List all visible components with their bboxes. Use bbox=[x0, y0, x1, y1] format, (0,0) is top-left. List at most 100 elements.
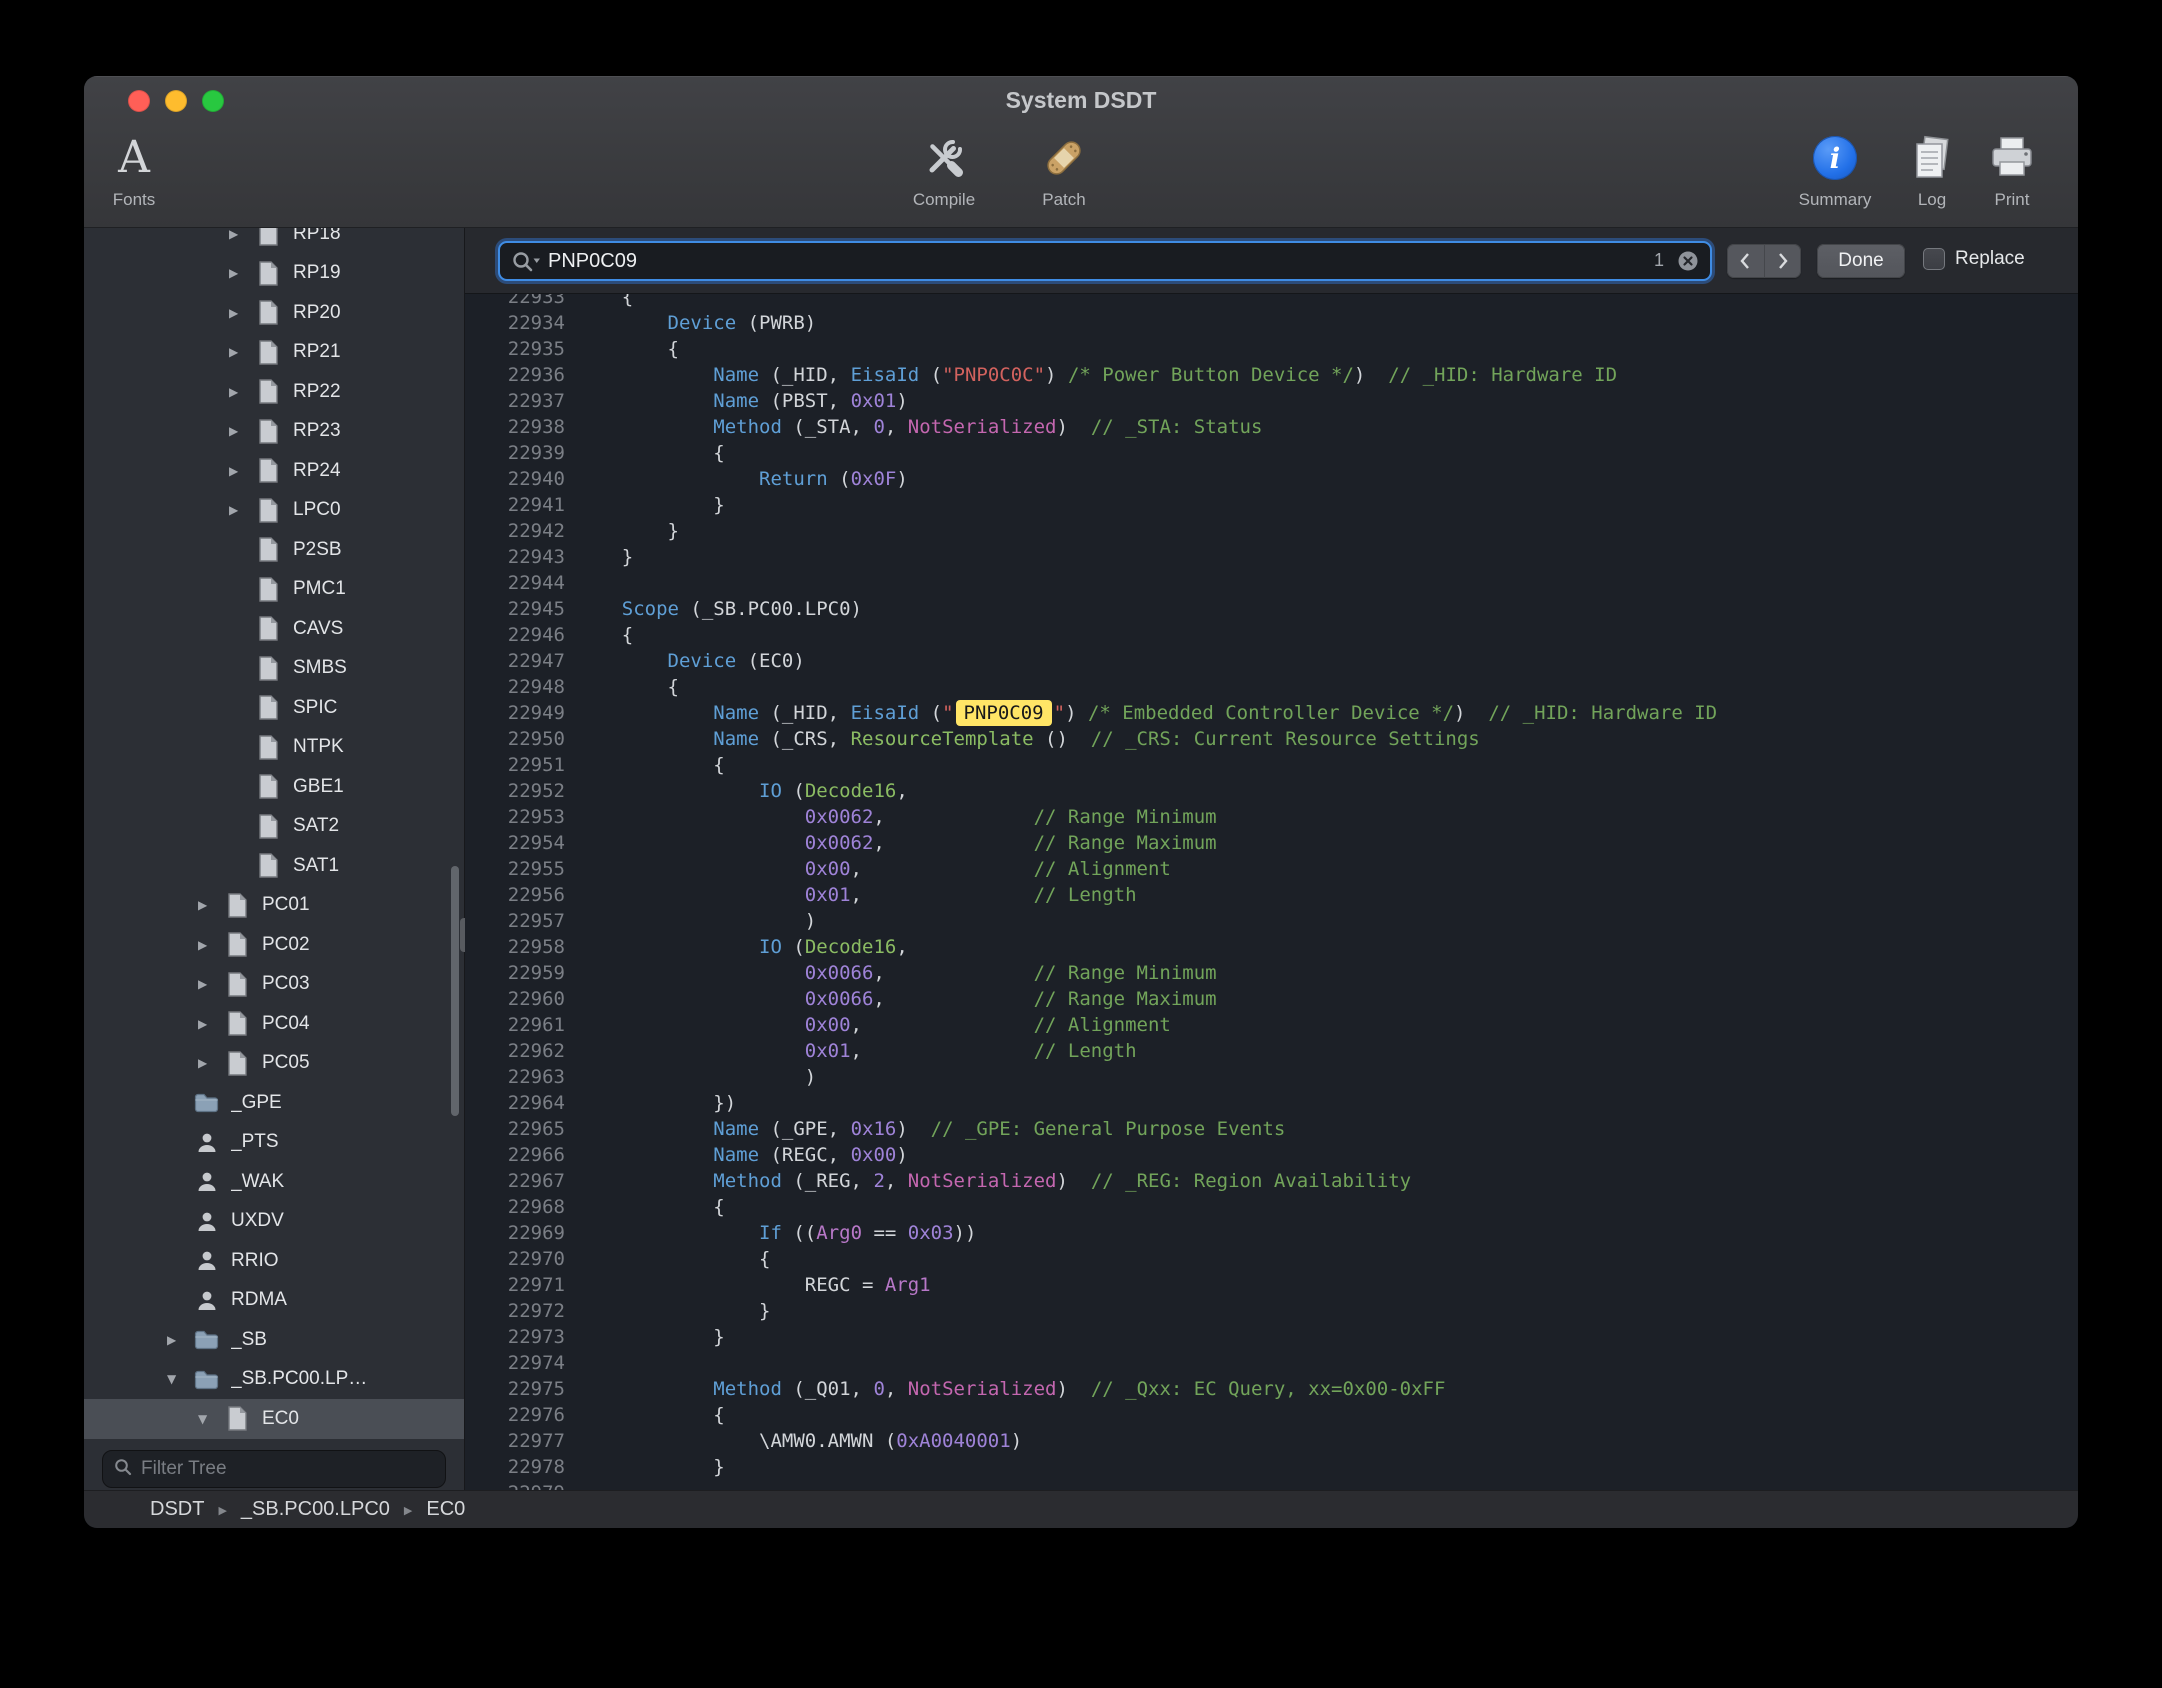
sidebar-item-sb[interactable]: ▶_SB bbox=[84, 1320, 464, 1360]
device-icon bbox=[256, 853, 281, 878]
device-icon bbox=[225, 972, 250, 997]
code-line: 22951 { bbox=[465, 752, 2078, 778]
line-number: 22961 bbox=[465, 1012, 565, 1038]
sidebar: ▶RP18▶RP19▶RP20▶RP21▶RP22▶RP23▶RP24▶LPC0… bbox=[84, 228, 464, 1490]
sidebar-item-gpe[interactable]: _GPE bbox=[84, 1083, 464, 1123]
replace-checkbox[interactable] bbox=[1923, 248, 1945, 270]
method-icon bbox=[194, 1209, 219, 1234]
fonts-button[interactable]: A Fonts bbox=[94, 128, 174, 210]
line-number: 22973 bbox=[465, 1324, 565, 1350]
disclosure-right-icon[interactable]: ▶ bbox=[226, 266, 256, 280]
sidebar-item-ntpk[interactable]: NTPK bbox=[84, 728, 464, 768]
line-number: 22946 bbox=[465, 622, 565, 648]
sidebar-item-rp20[interactable]: ▶ RP20 bbox=[84, 293, 464, 333]
done-button[interactable]: Done bbox=[1817, 244, 1905, 278]
disclosure-right-icon[interactable]: ▶ bbox=[226, 424, 256, 438]
sidebar-item-rp23[interactable]: ▶ RP23 bbox=[84, 412, 464, 452]
sidebar-item-rp21[interactable]: ▶RP21 bbox=[84, 333, 464, 373]
patch-button[interactable]: Patch bbox=[1014, 128, 1114, 210]
filter-tree-input[interactable] bbox=[141, 1458, 435, 1480]
sidebar-item-sat2[interactable]: SAT2 bbox=[84, 807, 464, 847]
disclosure-down-icon[interactable]: ▼ bbox=[195, 1412, 225, 1426]
find-next-button[interactable] bbox=[1765, 244, 1802, 278]
breadcrumb-item-ec0[interactable]: EC0 bbox=[426, 1498, 465, 1521]
disclosure-right-icon[interactable]: ▶ bbox=[226, 464, 256, 478]
code-text: { bbox=[576, 1404, 725, 1426]
breadcrumb-separator-icon: ▶ bbox=[218, 1502, 226, 1517]
method-icon bbox=[194, 1288, 219, 1313]
sidebar-item-gbe1[interactable]: GBE1 bbox=[84, 767, 464, 807]
device-icon bbox=[256, 300, 281, 325]
sidebar-item-pc03[interactable]: ▶PC03 bbox=[84, 965, 464, 1005]
disclosure-right-icon[interactable]: ▶ bbox=[195, 977, 225, 991]
sidebar-item-pc02[interactable]: ▶PC02 bbox=[84, 925, 464, 965]
filter-field[interactable] bbox=[102, 1450, 446, 1488]
sidebar-item-rp22[interactable]: ▶RP22 bbox=[84, 372, 464, 412]
sidebar-item-p2sb[interactable]: P2SB bbox=[84, 530, 464, 570]
search-menu-icon[interactable] bbox=[510, 249, 542, 280]
sidebar-item-label: RP23 bbox=[293, 420, 341, 442]
clear-search-icon[interactable] bbox=[1677, 250, 1699, 272]
sidebar-item-rp24[interactable]: ▶RP24 bbox=[84, 451, 464, 491]
sidebar-item-label: _WAK bbox=[231, 1171, 284, 1193]
find-previous-button[interactable] bbox=[1727, 244, 1765, 278]
sidebar-item-rp18[interactable]: ▶RP18 bbox=[84, 228, 464, 254]
line-number: 22976 bbox=[465, 1402, 565, 1428]
sidebar-item-rdma[interactable]: RDMA bbox=[84, 1281, 464, 1321]
disclosure-right-icon[interactable]: ▶ bbox=[164, 1333, 194, 1347]
find-field[interactable]: 1 bbox=[498, 241, 1712, 281]
sidebar-item-pts[interactable]: _PTS bbox=[84, 1123, 464, 1163]
summary-button[interactable]: i Summary bbox=[1780, 128, 1890, 210]
sidebar-item-smbs[interactable]: SMBS bbox=[84, 649, 464, 689]
sidebar-item-pmc1[interactable]: PMC1 bbox=[84, 570, 464, 610]
sidebar-item-pc05[interactable]: ▶PC05 bbox=[84, 1044, 464, 1084]
sidebar-item-lpc0[interactable]: ▶LPC0 bbox=[84, 491, 464, 531]
sidebar-item-sb-pc00-lp[interactable]: ▼ _SB.PC00.LP… bbox=[84, 1360, 464, 1400]
code-text: 0x01, // Length bbox=[576, 884, 1137, 906]
disclosure-right-icon[interactable]: ▶ bbox=[195, 898, 225, 912]
folder-icon bbox=[194, 1367, 219, 1392]
line-number: 22951 bbox=[465, 752, 565, 778]
sidebar-item-uxdv[interactable]: UXDV bbox=[84, 1202, 464, 1242]
code-line: 22953 0x0062, // Range Minimum bbox=[465, 804, 2078, 830]
disclosure-right-icon[interactable]: ▶ bbox=[195, 1017, 225, 1031]
sidebar-item-pc04[interactable]: ▶PC04 bbox=[84, 1004, 464, 1044]
find-input[interactable] bbox=[548, 244, 1626, 278]
sidebar-item-spic[interactable]: SPIC bbox=[84, 688, 464, 728]
sidebar-item-ec0[interactable]: ▼EC0 bbox=[84, 1399, 464, 1439]
sidebar-item-pc01[interactable]: ▶PC01 bbox=[84, 886, 464, 926]
disclosure-right-icon[interactable]: ▶ bbox=[195, 1056, 225, 1070]
disclosure-down-icon[interactable]: ▼ bbox=[164, 1372, 194, 1386]
sidebar-item-sat1[interactable]: SAT1 bbox=[84, 846, 464, 886]
device-icon bbox=[256, 735, 281, 760]
sidebar-item-label: CAVS bbox=[293, 618, 343, 640]
sidebar-item-label: RP20 bbox=[293, 302, 341, 324]
sidebar-item-rp19[interactable]: ▶RP19 bbox=[84, 254, 464, 294]
sidebar-item-wak[interactable]: _WAK bbox=[84, 1162, 464, 1202]
sidebar-item-cavs[interactable]: CAVS bbox=[84, 609, 464, 649]
device-icon bbox=[256, 419, 281, 444]
disclosure-right-icon[interactable]: ▶ bbox=[226, 385, 256, 399]
sidebar-item-rrio[interactable]: RRIO bbox=[84, 1241, 464, 1281]
line-number: 22942 bbox=[465, 518, 565, 544]
code-line: 22946 { bbox=[465, 622, 2078, 648]
code-text: Name (_CRS, ResourceTemplate () // _CRS:… bbox=[576, 728, 1480, 750]
breadcrumb-item-sb-pc00-lpc0[interactable]: _SB.PC00.LPC0 bbox=[241, 1498, 390, 1521]
sidebar-item-label: _SB.PC00.LP… bbox=[231, 1368, 367, 1390]
disclosure-right-icon[interactable]: ▶ bbox=[226, 228, 256, 241]
disclosure-right-icon[interactable]: ▶ bbox=[226, 306, 256, 320]
disclosure-right-icon[interactable]: ▶ bbox=[226, 345, 256, 359]
breadcrumb-item-dsdt[interactable]: DSDT bbox=[150, 1498, 204, 1521]
compile-button[interactable]: Compile bbox=[884, 128, 1004, 210]
code-viewport[interactable]: 22933 {22934 Device (PWRB)22935 {22936 N… bbox=[465, 294, 2078, 1490]
disclosure-right-icon[interactable]: ▶ bbox=[195, 938, 225, 952]
log-button[interactable]: Log bbox=[1894, 128, 1970, 210]
window-titlebar[interactable]: System DSDT bbox=[84, 76, 2078, 124]
breadcrumb-separator-icon: ▶ bbox=[404, 1502, 412, 1517]
disclosure-right-icon[interactable]: ▶ bbox=[226, 503, 256, 517]
line-number: 22966 bbox=[465, 1142, 565, 1168]
sidebar-scrollbar[interactable] bbox=[451, 866, 459, 1116]
content-area: ▶RP18▶RP19▶RP20▶RP21▶RP22▶RP23▶RP24▶LPC0… bbox=[84, 228, 2078, 1490]
code-text: Name (_GPE, 0x16) // _GPE: General Purpo… bbox=[576, 1118, 1285, 1140]
print-button[interactable]: Print bbox=[1970, 128, 2054, 210]
